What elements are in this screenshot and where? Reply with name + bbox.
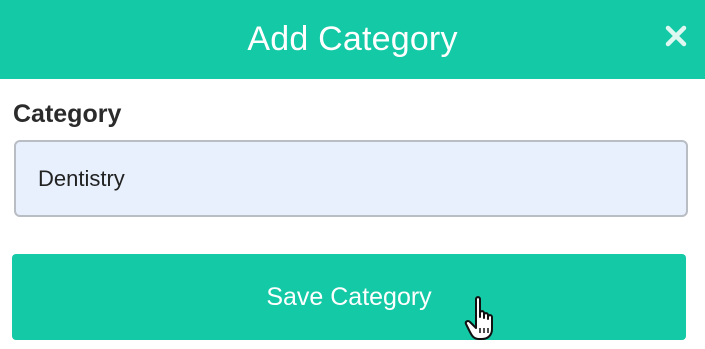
close-button[interactable] [661, 21, 691, 51]
close-icon [665, 25, 687, 47]
save-category-button[interactable]: Save Category [12, 254, 686, 340]
category-label: Category [13, 100, 122, 128]
category-input[interactable] [14, 140, 688, 217]
add-category-modal: Add Category Category Save Category [0, 0, 705, 349]
modal-title: Add Category [247, 20, 458, 58]
modal-header: Add Category [0, 0, 705, 79]
